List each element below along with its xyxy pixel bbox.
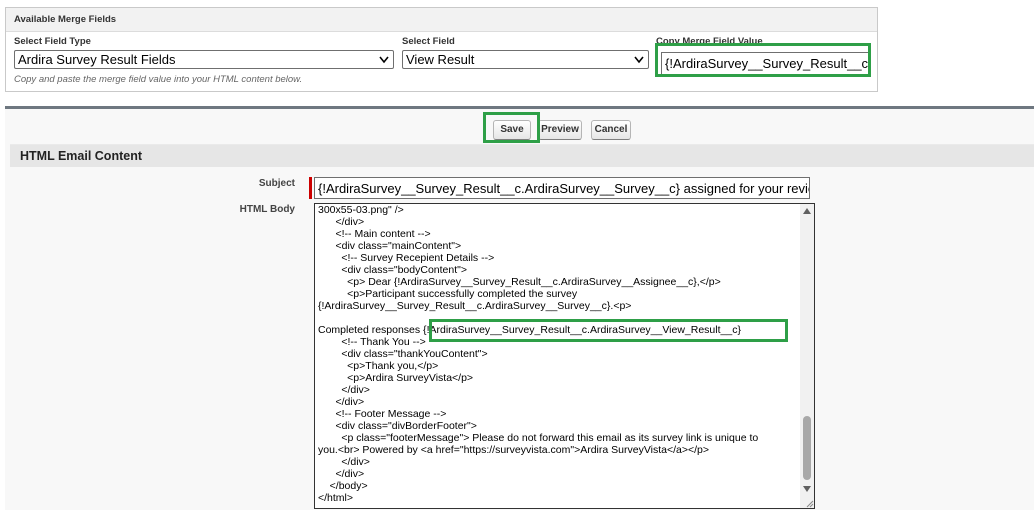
section-title: HTML Email Content [10,144,1034,167]
field-select[interactable]: View Result [402,50,649,69]
save-button[interactable]: Save [493,120,531,140]
code-line: <div class="bodyContent"> [318,264,467,276]
merge-helper-text: Copy and paste the merge field value int… [14,74,303,85]
triangle-down-icon[interactable] [802,484,812,494]
code-line: <!-- Main content --> [318,228,431,240]
code-line: Completed responses {!ArdiraSurvey__Surv… [318,324,741,336]
resize-grip-icon[interactable] [804,498,814,508]
chevron-down-icon [634,56,644,64]
code-line: </div> [318,216,365,228]
subject-input[interactable]: {!ArdiraSurvey__Survey_Result__c.ArdiraS… [314,177,810,199]
field-type-value: Ardira Survey Result Fields [18,52,176,67]
code-line: <div class="mainContent"> [318,240,462,252]
field-value: View Result [406,52,475,67]
code-line: <!-- Survey Recepient Details --> [318,252,495,264]
merge-fields-panel: Available Merge Fields Select Field Type… [5,7,878,92]
code-line: </div> [318,384,370,396]
code-line: <div class="divBorderFooter"> [318,420,477,432]
field-type-select[interactable]: Ardira Survey Result Fields [14,50,394,69]
preview-button[interactable]: Preview [538,120,582,140]
code-line: <p class="footerMessage"> Please do not … [318,432,759,444]
scrollbar-thumb[interactable] [803,416,811,480]
subject-label: Subject [258,178,295,189]
code-line: {!ArdiraSurvey__Survey_Result__c.ArdiraS… [318,300,632,312]
scrollbar[interactable] [800,204,814,508]
code-line: <div class="thankYouContent"> [318,348,488,360]
required-indicator [309,177,312,199]
html-body-label: HTML Body [239,204,295,215]
html-body-textarea[interactable]: 300x55-03.png" /> </div> <!-- Main conte… [314,203,815,509]
code-line: </div> [318,456,370,468]
code-line: <!-- Thank You --> [318,336,426,348]
cancel-button[interactable]: Cancel [591,120,631,140]
copy-merge-field-input[interactable]: {!ArdiraSurvey__Survey_Result__c.ArdiraS… [661,52,871,76]
html-body-content: 300x55-03.png" /> </div> <!-- Main conte… [318,204,798,504]
merge-fields-title: Available Merge Fields [6,8,877,32]
triangle-up-icon[interactable] [802,206,812,216]
code-line: </div> [318,468,365,480]
field-type-label: Select Field Type [14,36,91,47]
copy-merge-label: Copy Merge Field Value [656,36,763,47]
code-line: you.<br> Powered by <a href="https://sur… [318,444,710,456]
code-line: <p>Ardira SurveyVista</p> [318,372,474,384]
button-row: Save Preview Cancel [5,109,1034,144]
code-line: <p>Participant successfully completed th… [318,288,578,300]
field-label: Select Field [402,36,455,47]
code-line: </html> [318,492,354,504]
code-line: <!-- Footer Message --> [318,408,447,420]
code-line: 300x55-03.png" /> [318,204,404,216]
code-line: <p>Thank you,</p> [318,360,439,372]
chevron-down-icon [379,56,389,64]
code-line: <p> Dear {!ArdiraSurvey__Survey_Result__… [318,276,721,288]
code-line: </div> [318,396,365,408]
code-line: </body> [318,480,368,492]
email-edit-section: Save Preview Cancel HTML Email Content S… [5,106,1034,510]
